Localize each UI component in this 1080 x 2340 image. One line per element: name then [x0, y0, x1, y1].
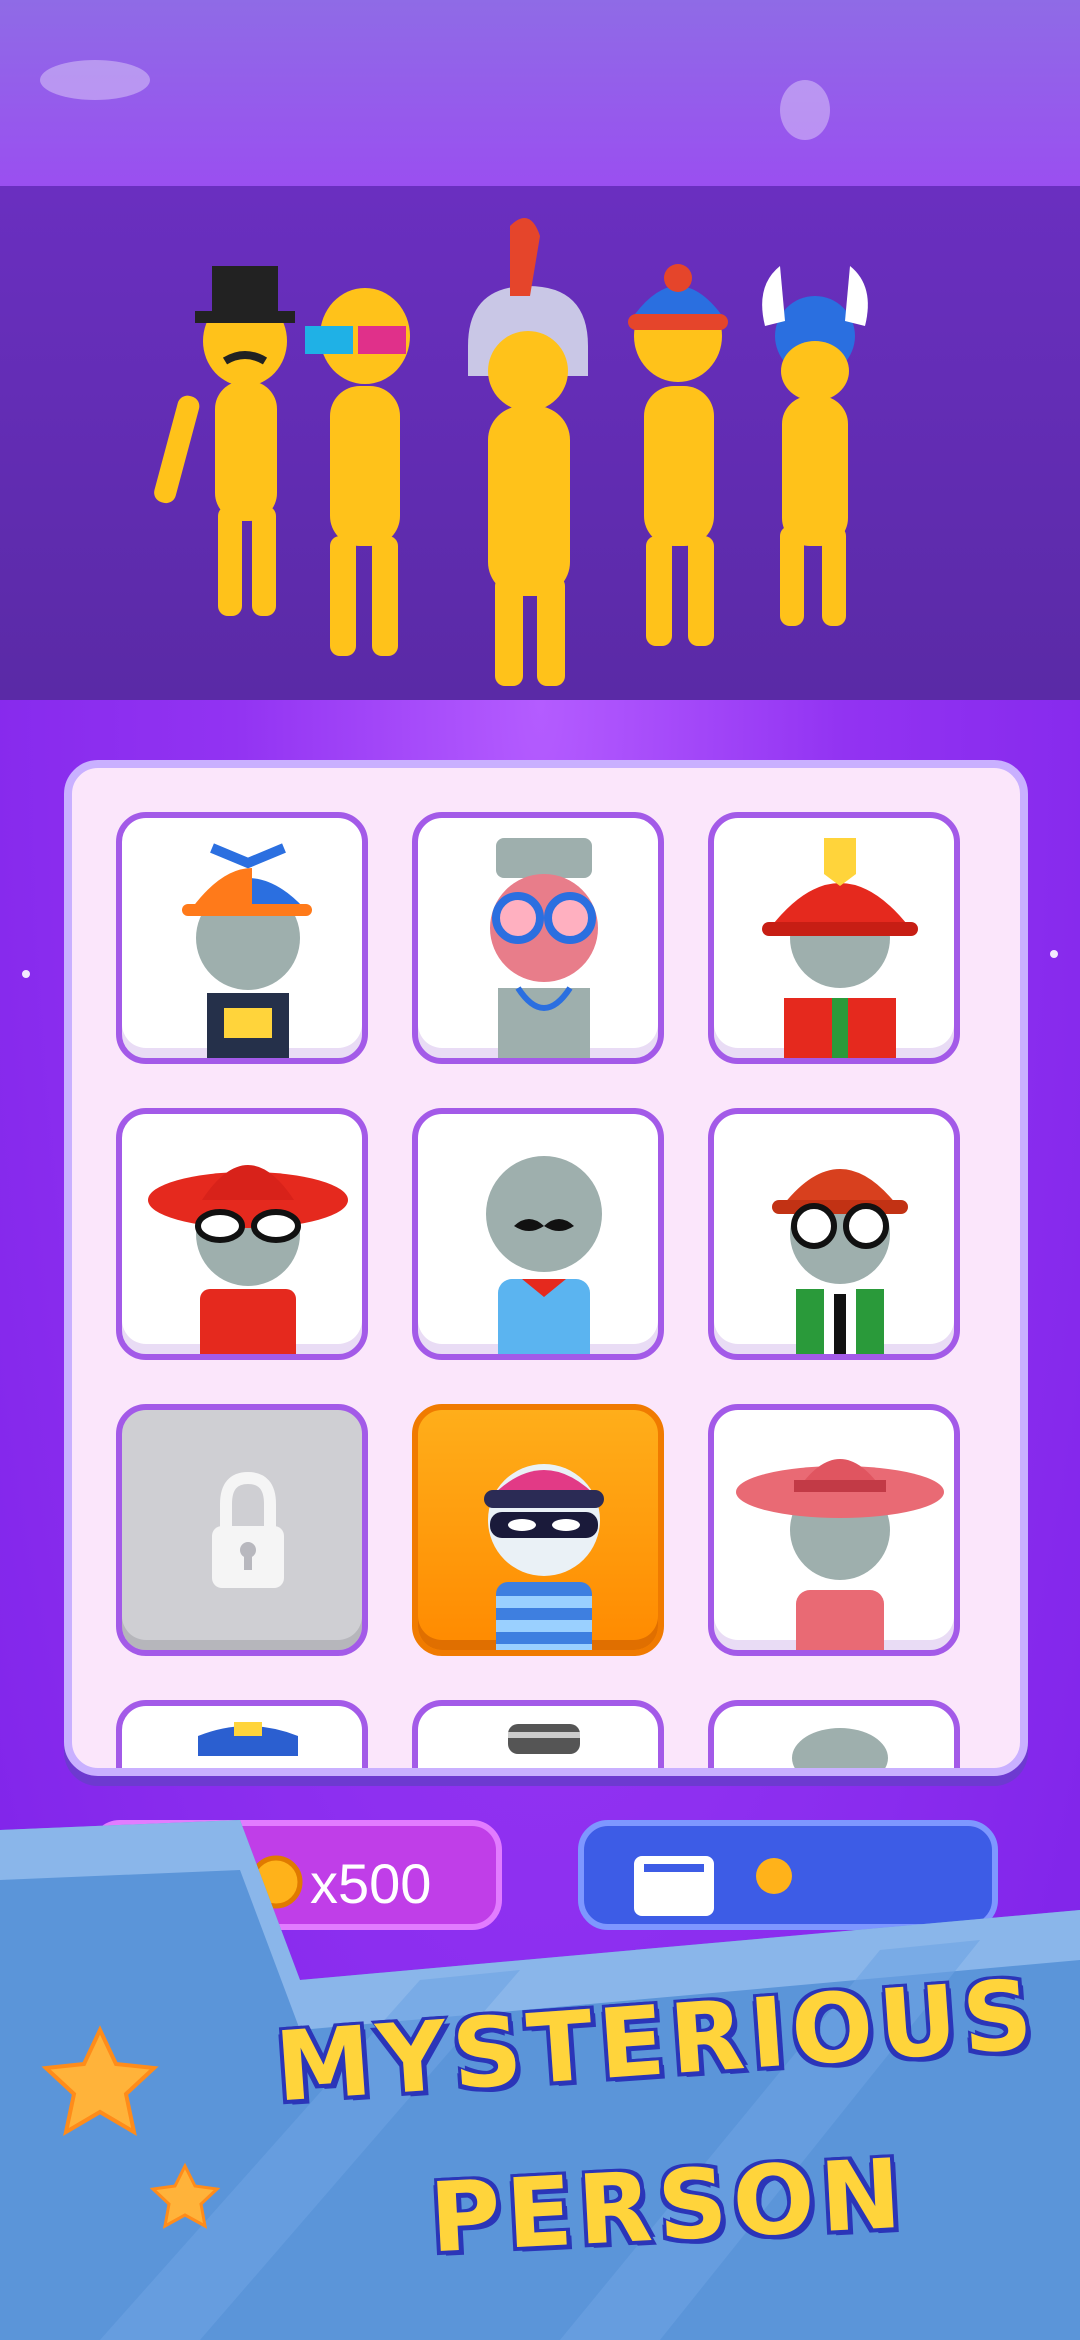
outfit-tile-propeller-cap[interactable]	[116, 812, 368, 1064]
hero-characters-banner	[0, 186, 1080, 700]
characters-illustration	[154, 218, 868, 686]
character-knight-helmet	[468, 218, 588, 686]
cowboy-hat-icon	[736, 1459, 944, 1650]
striped-hat-icon	[508, 1724, 580, 1754]
outfit-tile-partial[interactable]	[116, 1700, 368, 1768]
outfit-tile-mustache[interactable]	[412, 1108, 664, 1360]
propeller-cap-icon	[182, 843, 312, 1058]
outfit-tile-burglar-mask[interactable]	[412, 1404, 664, 1656]
outfit-tile-hardhat-glasses[interactable]	[708, 1108, 960, 1360]
character-top-hat	[154, 266, 295, 616]
outfit-grid-panel[interactable]	[64, 760, 1028, 1776]
burglar-mask-icon	[484, 1464, 604, 1650]
lock-icon	[212, 1471, 284, 1588]
outfit-tile-cowboy-hat[interactable]	[708, 1404, 960, 1656]
cloud-decoration	[40, 60, 150, 100]
hardhat-glasses-icon	[772, 1169, 908, 1354]
firefighter-helmet-icon	[762, 838, 918, 1058]
outfit-tile-partial[interactable]	[708, 1700, 960, 1768]
red-hat-glasses-icon	[148, 1165, 348, 1354]
character-beanie	[628, 264, 728, 646]
outfit-tile-partial[interactable]	[412, 1700, 664, 1768]
outfit-tile-doctor-glasses[interactable]	[412, 812, 664, 1064]
sparkle	[1050, 950, 1058, 958]
top-background	[0, 0, 1080, 186]
outfit-tile-firefighter-helmet[interactable]	[708, 812, 960, 1064]
cloud-decoration	[780, 80, 830, 140]
character-winged-helmet	[762, 266, 868, 626]
character-3d-glasses	[305, 288, 410, 656]
police-cap-icon	[198, 1722, 298, 1756]
outfit-tile-red-hat-glasses[interactable]	[116, 1108, 368, 1360]
mustache-icon	[486, 1156, 602, 1354]
character-head-icon	[792, 1728, 888, 1768]
sparkle	[22, 970, 30, 978]
outfit-tile-locked[interactable]	[116, 1404, 368, 1656]
doctor-glasses-icon	[490, 838, 598, 1058]
